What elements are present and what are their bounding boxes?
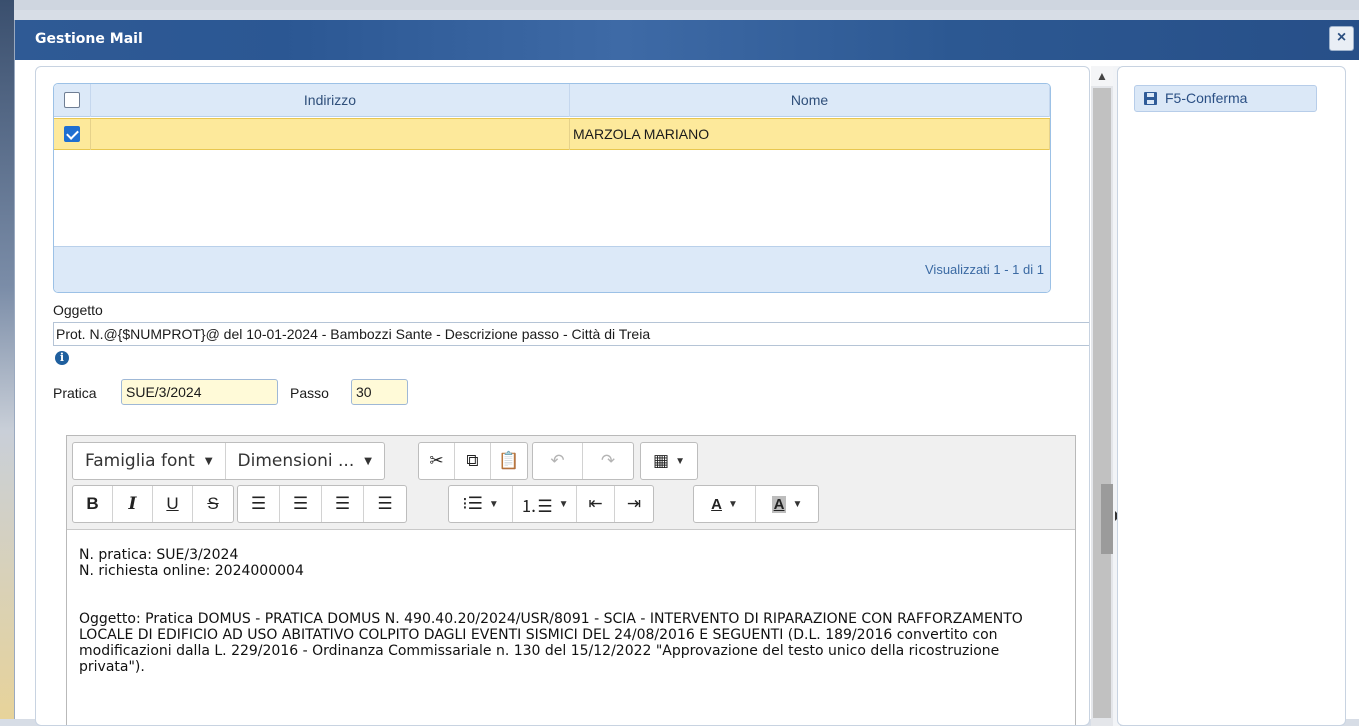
- cell-nome[interactable]: MARZOLA MARIANO: [570, 119, 1050, 150]
- confirm-label: F5-Conferma: [1165, 90, 1248, 106]
- editor-content[interactable]: N. pratica: SUE/3/2024 N. richiesta onlin…: [79, 547, 1064, 675]
- gestione-mail-dialog: Gestione Mail × Indirizzo Nome MARZOLA M…: [14, 20, 1359, 726]
- numbered-list-button[interactable]: ⒈☰ ▼: [513, 486, 577, 522]
- caret-down-icon: ▼: [727, 498, 738, 510]
- table-icon: ▦: [653, 451, 670, 470]
- body-paragraph-oggetto: Oggetto: Pratica DOMUS - PRATICA DOMUS N…: [79, 611, 1028, 675]
- splitter-handle[interactable]: [1101, 484, 1113, 554]
- undo-icon[interactable]: ↶: [533, 443, 583, 479]
- save-icon: [1144, 92, 1157, 105]
- info-icon[interactable]: i: [55, 351, 69, 365]
- close-icon: ×: [1336, 29, 1347, 46]
- caret-down-icon: ▼: [488, 498, 499, 510]
- cell-indirizzo[interactable]: [91, 119, 570, 150]
- outdent-icon[interactable]: ⇤: [577, 486, 615, 522]
- grid-footer: Visualizzati 1 - 1 di 1: [54, 246, 1050, 292]
- bullet-list-button[interactable]: ⁝☰ ▼: [449, 486, 513, 522]
- align-right-icon[interactable]: ☰: [322, 486, 364, 522]
- text-color-icon: A: [711, 495, 722, 513]
- content-panel: Indirizzo Nome MARZOLA MARIANO Visualizz…: [35, 66, 1090, 726]
- paste-icon[interactable]: 📋: [491, 443, 527, 479]
- indent-icon[interactable]: ⇥: [615, 486, 653, 522]
- font-group: Famiglia font ▼ Dimensioni ... ▼: [72, 442, 385, 480]
- column-header-nome[interactable]: Nome: [570, 84, 1050, 117]
- text-color-button[interactable]: A ▼: [694, 486, 756, 522]
- font-family-select[interactable]: Famiglia font ▼: [73, 443, 226, 479]
- passo-input[interactable]: 30: [351, 379, 408, 405]
- pratica-input[interactable]: SUE/3/2024: [121, 379, 278, 405]
- dialog-title: Gestione Mail: [35, 31, 143, 47]
- table-row[interactable]: MARZOLA MARIANO: [54, 118, 1050, 150]
- select-all-cell[interactable]: [54, 84, 91, 117]
- table-insert-button[interactable]: ▦ ▼: [641, 443, 697, 479]
- copy-icon[interactable]: ⧉: [455, 443, 491, 479]
- underline-icon[interactable]: U: [153, 486, 193, 522]
- column-header-indirizzo[interactable]: Indirizzo: [91, 84, 570, 117]
- row-checkbox[interactable]: [64, 126, 80, 143]
- color-group: A ▼ A ▼: [693, 485, 819, 523]
- numbered-list-icon: ⒈☰: [520, 496, 553, 516]
- dialog-titlebar[interactable]: Gestione Mail ×: [15, 20, 1359, 60]
- caret-down-icon: ▼: [204, 455, 213, 467]
- history-group: ↶ ↷: [532, 442, 634, 480]
- background-app-top: [0, 0, 1359, 10]
- body-line-richiesta: N. richiesta online: 2024000004: [79, 563, 304, 579]
- font-size-label: Dimensioni ...: [237, 451, 355, 471]
- passo-label: Passo: [290, 385, 329, 401]
- confirm-button[interactable]: F5-Conferma: [1134, 85, 1317, 112]
- caret-down-icon: ▼: [792, 498, 803, 510]
- scrollbar-thumb[interactable]: [1093, 88, 1111, 718]
- select-all-checkbox[interactable]: [64, 92, 80, 109]
- pratica-label: Pratica: [53, 385, 97, 401]
- bullet-list-icon: ⁝☰: [462, 494, 483, 513]
- oggetto-label: Oggetto: [53, 302, 103, 318]
- grid-header: Indirizzo Nome: [54, 84, 1050, 117]
- caret-down-icon: ▼: [675, 455, 685, 467]
- rich-text-editor: Famiglia font ▼ Dimensioni ... ▼ ✂ ⧉ 📋 ↶…: [66, 435, 1076, 725]
- row-checkbox-cell[interactable]: [54, 119, 91, 150]
- italic-icon[interactable]: I: [113, 486, 153, 522]
- editor-toolbar: Famiglia font ▼ Dimensioni ... ▼ ✂ ⧉ 📋 ↶…: [67, 436, 1075, 530]
- align-center-icon[interactable]: ☰: [280, 486, 322, 522]
- cut-icon[interactable]: ✂: [419, 443, 455, 479]
- background-color-button[interactable]: A ▼: [756, 486, 818, 522]
- table-group: ▦ ▼: [640, 442, 698, 480]
- scroll-up-icon[interactable]: ▲: [1091, 66, 1113, 86]
- actions-panel: F5-Conferma: [1117, 66, 1346, 726]
- recipients-grid: Indirizzo Nome MARZOLA MARIANO Visualizz…: [53, 83, 1051, 293]
- font-size-select[interactable]: Dimensioni ... ▼: [226, 443, 384, 479]
- list-group: ⁝☰ ▼ ⒈☰ ▼ ⇤ ⇥: [448, 485, 654, 523]
- text-style-group: B I U S: [72, 485, 234, 523]
- align-justify-icon[interactable]: ☰: [364, 486, 406, 522]
- bold-icon[interactable]: B: [73, 486, 113, 522]
- align-left-icon[interactable]: ☰: [238, 486, 280, 522]
- oggetto-input[interactable]: Prot. N.@{$NUMPROT}@ del 10-01-2024 - Ba…: [53, 322, 1089, 346]
- caret-down-icon: ▼: [558, 498, 569, 510]
- body-line-pratica: N. pratica: SUE/3/2024: [79, 547, 239, 563]
- background-color-icon: A: [771, 495, 787, 513]
- font-family-label: Famiglia font: [85, 451, 195, 471]
- background-app-left: [0, 0, 14, 719]
- redo-icon[interactable]: ↷: [583, 443, 633, 479]
- pager-info: Visualizzati 1 - 1 di 1: [925, 262, 1044, 277]
- clipboard-group: ✂ ⧉ 📋: [418, 442, 528, 480]
- align-group: ☰ ☰ ☰ ☰: [237, 485, 407, 523]
- strikethrough-icon[interactable]: S: [193, 486, 233, 522]
- close-button[interactable]: ×: [1329, 26, 1354, 51]
- caret-down-icon: ▼: [364, 455, 372, 467]
